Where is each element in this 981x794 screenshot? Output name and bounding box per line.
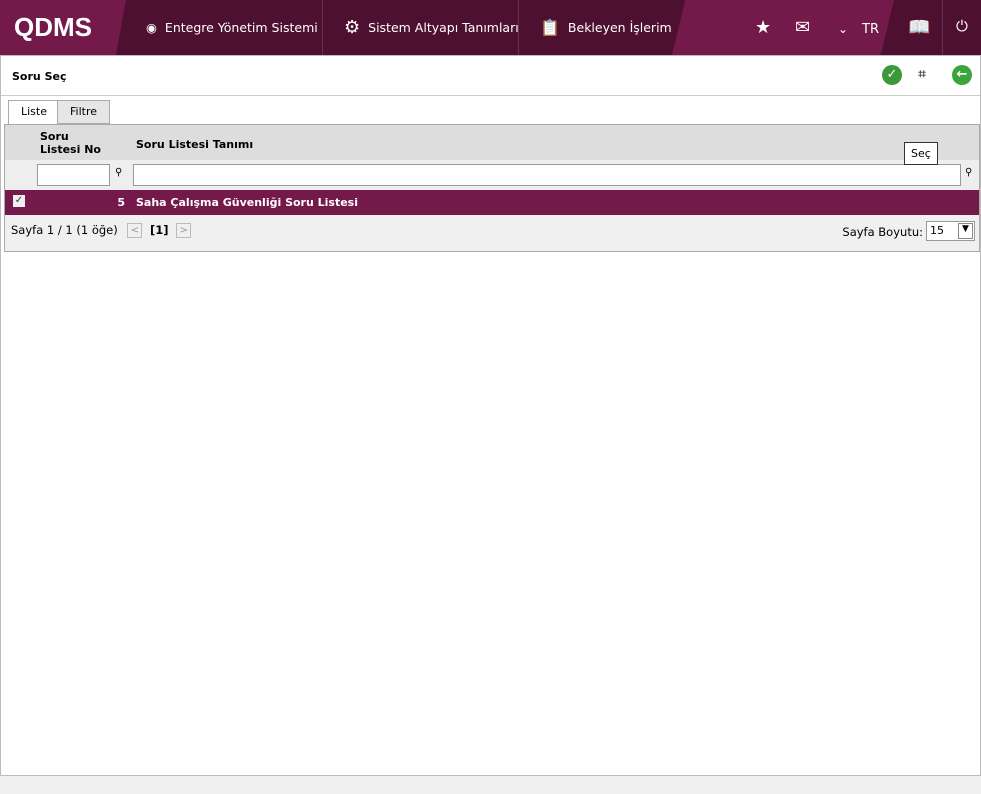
page-size-label: Sayfa Boyutu: — [842, 225, 923, 239]
table-row[interactable]: ✓ 5 Saha Çalışma Güvenliği Soru Listesi — [5, 190, 979, 215]
top-bar: QDMS ◉ Entegre Yönetim Sistemi ⚙ Sistem Al… — [0, 0, 981, 55]
page-size-value: 15 — [930, 224, 944, 237]
filter-name-input[interactable] — [133, 164, 961, 186]
chevron-down-icon[interactable]: ⌄ — [838, 22, 848, 36]
nav-label: Entegre Yönetim Sistemi — [164, 20, 318, 35]
logo[interactable]: QDMS — [0, 0, 126, 55]
tab-filtre[interactable]: Filtre — [57, 100, 111, 124]
column-header-name[interactable]: Soru Listesi Tanımı — [136, 138, 253, 151]
nav-label: Sistem Altyapı Tanımları — [368, 20, 519, 35]
binoculars-icon[interactable]: ⌗ — [912, 65, 932, 85]
gear-icon: ⚙ — [344, 17, 361, 38]
clipboard-icon: 📋 — [540, 18, 560, 37]
power-icon[interactable]: ⏻ — [956, 17, 968, 35]
page-title: Soru Seç — [12, 70, 67, 83]
cell-name: Saha Çalışma Güvenliği Soru Listesi — [136, 196, 358, 209]
next-page-button[interactable]: > — [176, 223, 192, 238]
nav-sistem[interactable]: ⚙ Sistem Altyapı Tanımları — [324, 0, 519, 55]
row-checkbox[interactable]: ✓ — [13, 195, 25, 207]
filter-icon[interactable]: ⚲ — [115, 167, 122, 178]
current-page[interactable]: [1] — [150, 223, 169, 237]
back-arrow-icon[interactable]: ← — [952, 65, 972, 85]
language-selector[interactable]: TR — [862, 22, 879, 37]
q-icon: ◉ — [146, 20, 157, 35]
tooltip: Seç — [904, 142, 938, 165]
question-list-grid: Soru Listesi No Soru Listesi Tanımı ⚲ ⚲ … — [4, 124, 980, 252]
nav-label: Bekleyen İşlerim — [567, 20, 672, 35]
mail-icon[interactable]: ✉ — [795, 17, 810, 38]
star-icon[interactable]: ★ — [755, 17, 771, 38]
nav-entegre[interactable]: ◉ Entegre Yönetim Sistemi — [126, 0, 318, 55]
manual-icon[interactable]: 📖 — [908, 17, 930, 38]
check-icon[interactable]: ✓ — [882, 65, 902, 85]
page-size-select[interactable]: 15 ▼ — [926, 221, 975, 241]
filter-no-input[interactable] — [37, 164, 110, 186]
chevron-down-icon: ▼ — [958, 223, 973, 239]
cell-no: 5 — [117, 196, 125, 209]
main-panel: Soru Seç ✓ ⌗ ← Liste Filtre Soru Listesi… — [0, 55, 981, 776]
nav-bekleyen[interactable]: 📋 Bekleyen İşlerim — [520, 0, 672, 55]
tab-liste[interactable]: Liste — [8, 100, 60, 124]
filter-icon[interactable]: ⚲ — [965, 167, 972, 178]
prev-page-button[interactable]: < — [127, 223, 143, 238]
pager-info: Sayfa 1 / 1 (1 öğe) — [11, 223, 118, 237]
column-header-no[interactable]: Soru Listesi No — [40, 130, 110, 156]
